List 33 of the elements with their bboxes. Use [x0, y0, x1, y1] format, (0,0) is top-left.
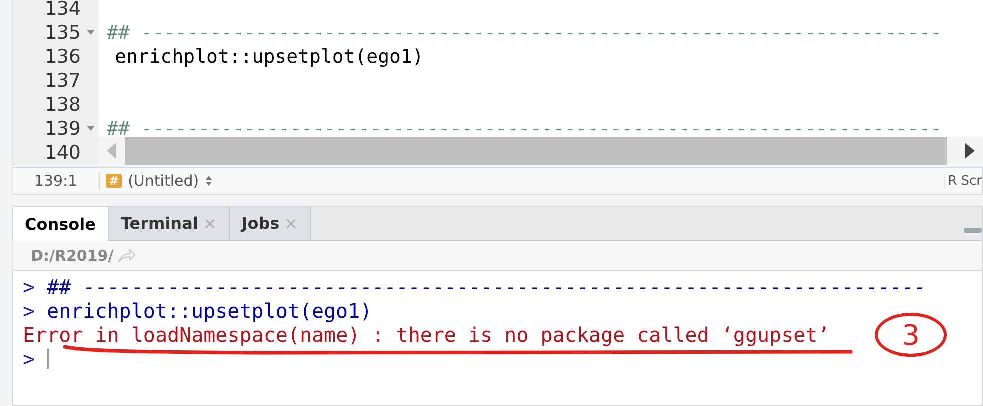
prompt: >: [23, 275, 36, 299]
command-text: ## ----------------------------------------------------------------------: [47, 275, 926, 299]
error-message: Error in loadNamespace(name) : there is no package called ‘ggupset’: [23, 323, 830, 347]
line-number: 140: [44, 142, 81, 164]
scope-label[interactable]: (Untitled): [128, 172, 200, 190]
code-line: ## ----------------------------------------------------------------------: [107, 22, 942, 44]
text-cursor: [47, 349, 50, 369]
line-number: 138: [44, 94, 81, 116]
scroll-left-icon[interactable]: [107, 143, 117, 159]
line-number: 136: [44, 46, 81, 68]
fold-arrow-icon[interactable]: [87, 126, 95, 132]
updown-icon[interactable]: [205, 175, 214, 187]
command-text: enrichplot::upsetplot(ego1): [47, 299, 372, 323]
prompt: >: [23, 299, 36, 323]
pane-tab[interactable]: Terminal ×: [108, 207, 230, 240]
code-line: enrichplot::upsetplot(ego1): [114, 46, 425, 68]
line-number: 139: [44, 118, 81, 140]
line-number: 134: [44, 0, 81, 20]
scroll-right-icon[interactable]: [965, 143, 975, 159]
pane-tab[interactable]: Jobs ×: [230, 207, 312, 240]
prompt: >: [23, 347, 36, 371]
minimize-button[interactable]: [964, 228, 982, 233]
code-line: ## ----------------------------------------------------------------------: [107, 118, 942, 140]
circled-number: 3: [875, 313, 947, 357]
line-number: 135: [44, 22, 81, 44]
line-number: 137: [44, 70, 81, 92]
hash-icon: #: [106, 174, 122, 188]
pane-tab[interactable]: Console: [13, 207, 109, 241]
arrow-icon[interactable]: [118, 248, 136, 262]
working-directory: D:/R2019/: [31, 246, 114, 264]
cursor-position: 139:1: [13, 172, 100, 190]
file-type[interactable]: R Scr: [944, 174, 982, 188]
fold-arrow-icon[interactable]: [87, 30, 95, 36]
